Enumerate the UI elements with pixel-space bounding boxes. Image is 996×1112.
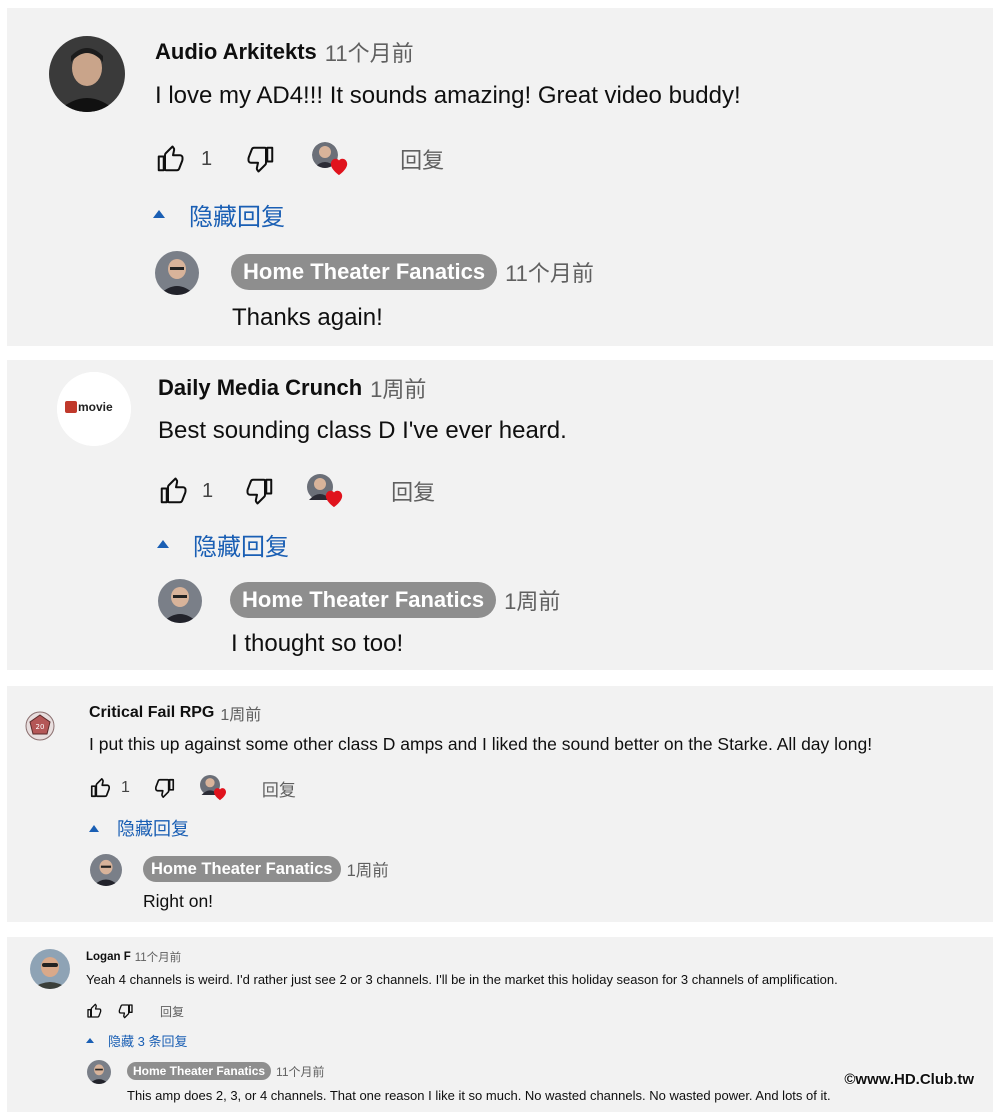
avatar[interactable]: [30, 949, 70, 989]
logo-mark-icon: [65, 401, 77, 413]
hide-replies-toggle[interactable]: 隐藏回复: [153, 198, 285, 231]
author-name[interactable]: Critical Fail RPG: [89, 704, 214, 722]
dislike-button[interactable]: [245, 476, 275, 506]
creator-name-chip[interactable]: Home Theater Fanatics: [143, 856, 341, 882]
like-count: 1: [121, 779, 130, 796]
reply-avatar[interactable]: [155, 251, 199, 295]
reply-button[interactable]: 回复: [160, 1003, 184, 1020]
dislike-button[interactable]: [118, 1003, 134, 1019]
reply-avatar[interactable]: [87, 1060, 111, 1084]
svg-text:20: 20: [36, 723, 45, 731]
thumbs-up-icon: [157, 145, 184, 172]
action-bar: 1 回复: [155, 142, 444, 176]
reply-timestamp[interactable]: 1周前: [347, 857, 389, 881]
creator-name-chip[interactable]: Home Theater Fanatics: [231, 254, 498, 290]
heart-icon: [330, 158, 348, 176]
watermark: ©www.HD.Club.tw: [844, 1071, 974, 1088]
heart-icon: [213, 788, 226, 801]
like-button[interactable]: [86, 1003, 102, 1019]
reply-avatar[interactable]: [90, 854, 122, 886]
hide-replies-toggle[interactable]: 隐藏回复: [157, 528, 289, 561]
avatar[interactable]: [49, 36, 125, 112]
timestamp[interactable]: 11个月前: [325, 36, 414, 68]
creator-heart: [307, 474, 347, 508]
hide-replies-label: 隐藏回复: [117, 819, 189, 839]
action-bar: 回复: [86, 1001, 184, 1021]
like-count: 1: [201, 147, 213, 170]
reply-text: I thought so too!: [231, 630, 404, 657]
reply-text: Right on!: [143, 891, 214, 911]
avatar[interactable]: movie: [57, 372, 131, 446]
thumbs-up-icon: [160, 477, 187, 504]
thumbs-up-icon: [87, 1003, 102, 1018]
dice-logo-icon: 20: [25, 711, 55, 741]
timestamp[interactable]: 11个月前: [135, 949, 181, 965]
reply-avatar[interactable]: [158, 579, 202, 623]
reply-header: Home Theater Fanatics 11个月前: [231, 254, 594, 290]
reply-timestamp[interactable]: 11个月前: [276, 1063, 324, 1080]
hide-replies-toggle[interactable]: 隐藏回复: [89, 816, 189, 840]
reply-timestamp[interactable]: 11个月前: [505, 256, 594, 288]
comment-header: Critical Fail RPG 1周前: [89, 701, 261, 725]
thumbs-up-icon: [90, 778, 110, 798]
logo-text: movie: [78, 400, 113, 414]
avatar[interactable]: 20: [20, 706, 60, 746]
thumbs-down-icon: [118, 1004, 133, 1019]
reply-timestamp[interactable]: 1周前: [504, 584, 560, 616]
like-button[interactable]: [155, 144, 185, 174]
creator-name-chip[interactable]: Home Theater Fanatics: [127, 1062, 272, 1080]
reply-text: This amp does 2, 3, or 4 channels. That …: [127, 1088, 831, 1103]
author-name[interactable]: Logan F: [86, 951, 131, 963]
comment-header: Daily Media Crunch 1周前: [158, 372, 426, 404]
comment-text: Yeah 4 channels is weird. I'd rather jus…: [86, 972, 838, 987]
comment-thread: 20 Critical Fail RPG 1周前 I put this up a…: [7, 686, 993, 922]
creator-heart: [199, 775, 230, 801]
reply-button[interactable]: 回复: [262, 776, 296, 801]
timestamp[interactable]: 1周前: [220, 701, 261, 725]
thumbs-down-icon: [246, 478, 273, 505]
thumbs-down-icon: [154, 778, 174, 798]
comment-text: I put this up against some other class D…: [89, 734, 873, 754]
caret-up-icon: [89, 824, 99, 832]
creator-heart: [312, 142, 352, 176]
like-button[interactable]: [158, 476, 188, 506]
reply-button[interactable]: 回复: [400, 143, 444, 175]
caret-up-icon: [153, 210, 165, 218]
comment-text: Best sounding class D I've ever heard.: [158, 417, 567, 444]
dislike-button[interactable]: [154, 777, 176, 799]
reply-text: Thanks again!: [232, 304, 383, 331]
creator-name-chip[interactable]: Home Theater Fanatics: [230, 582, 497, 618]
reply-header: Home Theater Fanatics 1周前: [143, 856, 389, 882]
reply-header: Home Theater Fanatics 11个月前: [127, 1062, 325, 1080]
comment-thread: Audio Arkitekts 11个月前 I love my AD4!!! I…: [7, 8, 993, 346]
comment-header: Audio Arkitekts 11个月前: [155, 36, 414, 68]
timestamp[interactable]: 1周前: [370, 372, 426, 404]
hide-replies-label: 隐藏 3 条回复: [108, 1033, 188, 1049]
comment-thread: movie Daily Media Crunch 1周前 Best soundi…: [7, 360, 993, 670]
comment-header: Logan F 11个月前: [86, 949, 181, 965]
heart-icon: [325, 490, 343, 508]
author-name[interactable]: Audio Arkitekts: [155, 39, 317, 65]
action-bar: 1 回复: [89, 774, 296, 802]
hide-replies-toggle[interactable]: 隐藏 3 条回复: [86, 1031, 187, 1049]
author-name[interactable]: Daily Media Crunch: [158, 375, 362, 401]
like-count: 1: [202, 479, 214, 502]
caret-up-icon: [157, 540, 169, 548]
dislike-button[interactable]: [246, 144, 276, 174]
thumbs-down-icon: [247, 146, 274, 173]
reply-button[interactable]: 回复: [391, 475, 435, 507]
like-button[interactable]: [89, 777, 111, 799]
hide-replies-label: 隐藏回复: [193, 533, 289, 561]
reply-header: Home Theater Fanatics 1周前: [230, 582, 560, 618]
comment-text: I love my AD4!!! It sounds amazing! Grea…: [155, 82, 741, 109]
hide-replies-label: 隐藏回复: [189, 203, 285, 231]
action-bar: 1 回复: [158, 474, 435, 508]
caret-up-icon: [86, 1037, 94, 1043]
